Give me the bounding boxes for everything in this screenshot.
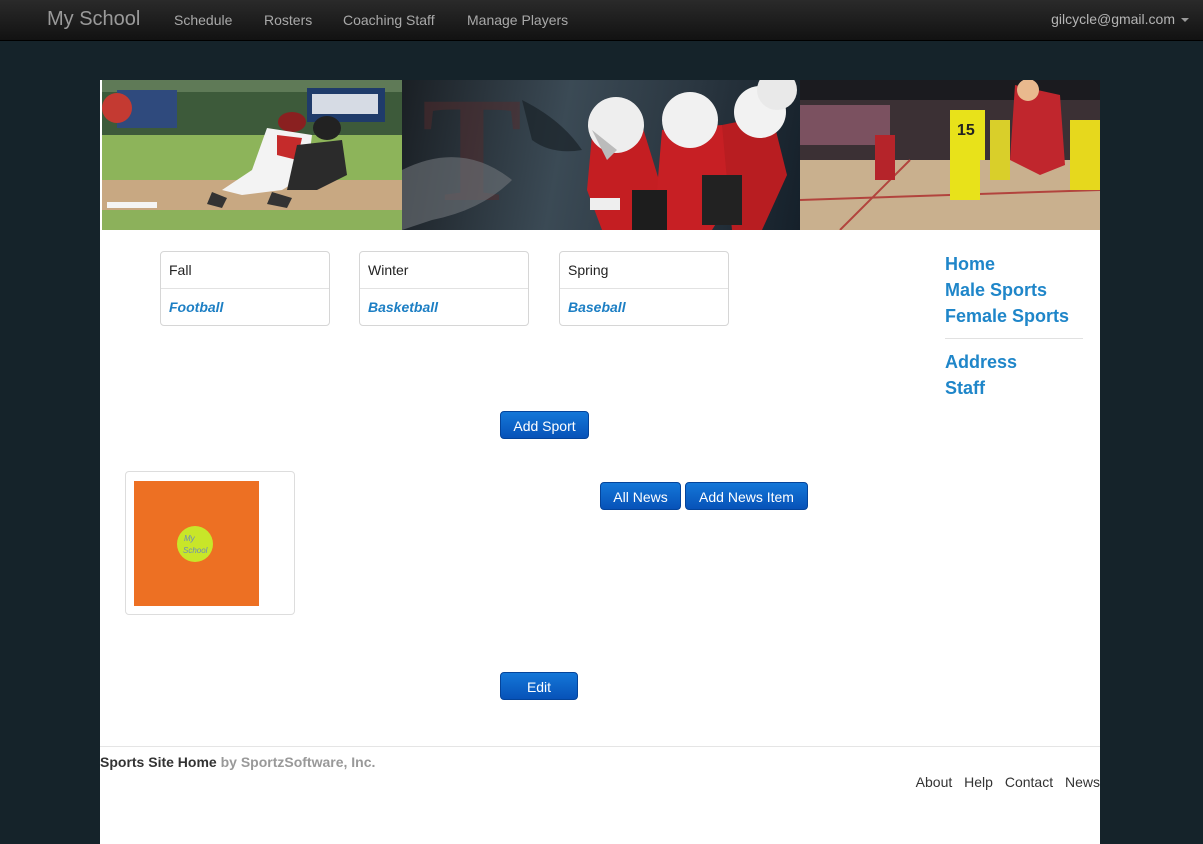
user-email: gilcycle@gmail.com <box>1051 11 1175 27</box>
season-panel-spring: Spring Baseball <box>559 251 729 326</box>
footer-link-news[interactable]: News <box>1065 774 1100 790</box>
nav-coaching-staff[interactable]: Coaching Staff <box>343 12 435 28</box>
all-news-button[interactable]: All News <box>600 482 681 510</box>
season-label: Spring <box>560 252 728 289</box>
side-link-address[interactable]: Address <box>945 352 1017 373</box>
footer-site-name: Sports Site Home <box>100 754 217 770</box>
nav-schedule[interactable]: Schedule <box>174 12 232 28</box>
school-logo: My School <box>134 481 259 606</box>
footer-links: About Help Contact News <box>908 774 1100 790</box>
footer-link-about[interactable]: About <box>916 774 953 790</box>
footer-company: by SportzSoftware, Inc. <box>220 754 376 770</box>
footer-credit: Sports Site Home by SportzSoftware, Inc. <box>100 754 375 770</box>
svg-text:15: 15 <box>957 122 975 139</box>
school-logo-thumbnail[interactable]: My School <box>125 471 295 615</box>
svg-text:School: School <box>183 546 208 555</box>
season-label: Fall <box>161 252 329 289</box>
football-photo: T <box>402 80 800 230</box>
side-link-home[interactable]: Home <box>945 254 995 275</box>
user-menu[interactable]: gilcycle@gmail.com <box>1051 11 1189 27</box>
sport-link-basketball[interactable]: Basketball <box>360 289 528 325</box>
baseball-photo <box>102 80 402 230</box>
side-divider <box>945 338 1083 339</box>
nav-manage-players[interactable]: Manage Players <box>467 12 568 28</box>
side-link-staff[interactable]: Staff <box>945 378 985 399</box>
edit-site-button[interactable]: Edit Site <box>500 672 578 723</box>
header-banner: T 15 <box>100 80 1100 230</box>
main-container: T 15 Fall Football Winter Basketball Spr… <box>100 80 1100 844</box>
sport-link-football[interactable]: Football <box>161 289 329 325</box>
season-label: Winter <box>360 252 528 289</box>
footer-link-contact[interactable]: Contact <box>1005 774 1053 790</box>
basketball-photo: 15 <box>800 80 1100 230</box>
side-link-male-sports[interactable]: Male Sports <box>945 280 1047 301</box>
add-news-item-button[interactable]: Add News Item <box>685 482 808 510</box>
footer-link-help[interactable]: Help <box>964 774 993 790</box>
nav-rosters[interactable]: Rosters <box>264 12 312 28</box>
season-panel-fall: Fall Football <box>160 251 330 326</box>
svg-text:My: My <box>184 534 196 543</box>
footer-divider <box>100 746 1100 747</box>
caret-down-icon <box>1181 18 1189 23</box>
add-sport-button[interactable]: Add Sport <box>500 411 589 439</box>
top-navbar: My School Schedule Rosters Coaching Staf… <box>0 0 1203 41</box>
side-link-female-sports[interactable]: Female Sports <box>945 306 1069 327</box>
sport-link-baseball[interactable]: Baseball <box>560 289 728 325</box>
brand-link[interactable]: My School <box>47 8 140 31</box>
season-panel-winter: Winter Basketball <box>359 251 529 326</box>
